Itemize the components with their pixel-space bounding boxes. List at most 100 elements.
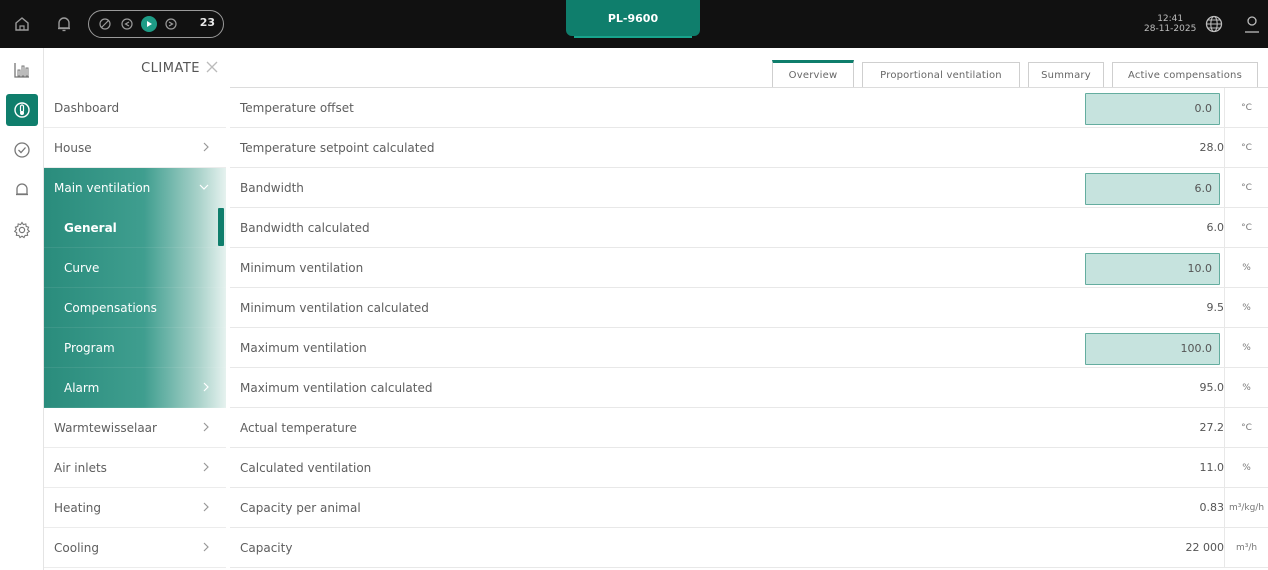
status-count: 23: [199, 16, 215, 29]
row-label: Actual temperature: [240, 421, 357, 435]
chevron-right-icon: [202, 421, 210, 436]
active-item-marker: [218, 208, 224, 246]
bell-icon[interactable]: [52, 12, 76, 36]
row-label: Maximum ventilation: [240, 341, 367, 355]
table-row: Temperature setpoint calculated 28.0 °C: [230, 128, 1268, 168]
sidebar-item-cooling[interactable]: Cooling: [44, 528, 226, 568]
sidebar-item-warmtewisselaar[interactable]: Warmtewisselaar: [44, 408, 226, 448]
home-icon[interactable]: [10, 12, 34, 36]
play-icon: [141, 16, 157, 32]
row-unit: %: [1224, 328, 1268, 368]
table-row: Capacity 22 000 m³/h: [230, 528, 1268, 568]
row-unit: °C: [1224, 408, 1268, 448]
tab-bar: Overview Proportional ventilation Summar…: [0, 60, 1268, 88]
sidebar-item-label: Alarm: [64, 380, 100, 395]
sidebar-item-program[interactable]: Program: [44, 328, 226, 368]
sidebar-item-general[interactable]: General: [44, 208, 226, 248]
sidebar-item-house[interactable]: House: [44, 128, 226, 168]
row-unit: %: [1224, 368, 1268, 408]
status-indicator[interactable]: 23: [88, 10, 224, 38]
sidebar-item-dashboard[interactable]: Dashboard: [44, 88, 226, 128]
row-label: Calculated ventilation: [240, 461, 372, 475]
row-label: Maximum ventilation calculated: [240, 381, 433, 395]
temperature-offset-input[interactable]: 0.0: [1085, 93, 1220, 125]
sidebar-item-label: Main ventilation: [54, 181, 151, 195]
disabled-icon: [97, 16, 113, 32]
row-label: Minimum ventilation: [240, 261, 364, 275]
sidebar: CLIMATE Dashboard House Main ventilation…: [44, 48, 226, 570]
chevron-right-icon: [202, 541, 210, 556]
climate-icon[interactable]: [6, 94, 38, 126]
row-value: 0.83: [1199, 501, 1225, 514]
forward-icon: [163, 16, 179, 32]
row-label: Bandwidth calculated: [240, 221, 370, 235]
sidebar-item-label: Heating: [54, 500, 102, 515]
sidebar-item-label: Dashboard: [54, 100, 120, 115]
row-value: 22 000: [1185, 541, 1225, 554]
table-row: Calculated ventilation 11.0 %: [230, 448, 1268, 488]
row-value: 95.0: [1199, 381, 1225, 394]
table-row: Capacity per animal 0.83 m³/kg/h: [230, 488, 1268, 528]
maximum-ventilation-input[interactable]: 100.0: [1085, 333, 1220, 365]
tab-active-compensations[interactable]: Active compensations: [1112, 62, 1258, 88]
row-unit: °C: [1224, 168, 1268, 208]
sidebar-item-label: General: [64, 220, 117, 235]
input-value: 0.0: [1194, 102, 1213, 115]
top-bar: 23 PL-9600 12:41 28-11-2025: [0, 0, 1268, 48]
date-text: 28-11-2025: [1144, 24, 1197, 34]
table-row: Temperature offset 0.0 °C: [230, 88, 1268, 128]
table-row: Minimum ventilation 10.0 %: [230, 248, 1268, 288]
row-value: 9.5: [1206, 301, 1225, 314]
row-label: Minimum ventilation calculated: [240, 301, 429, 315]
sidebar-item-curve[interactable]: Curve: [44, 248, 226, 288]
input-value: 6.0: [1194, 182, 1213, 195]
alarm-bell-icon[interactable]: [6, 174, 38, 206]
table-row: Maximum ventilation 100.0 %: [230, 328, 1268, 368]
table-row: Bandwidth calculated 6.0 °C: [230, 208, 1268, 248]
row-label: Capacity per animal: [240, 501, 361, 515]
sidebar-item-heating[interactable]: Heating: [44, 488, 226, 528]
table-row: Maximum ventilation calculated 95.0 %: [230, 368, 1268, 408]
clock-icon[interactable]: [6, 134, 38, 166]
sidebar-item-main-ventilation[interactable]: Main ventilation: [44, 168, 226, 208]
clock: 12:41 28-11-2025: [1144, 14, 1196, 34]
row-value: 27.2: [1199, 421, 1225, 434]
row-unit: °C: [1224, 128, 1268, 168]
bandwidth-input[interactable]: 6.0: [1085, 173, 1220, 205]
input-value: 100.0: [1180, 342, 1213, 355]
tab-proportional-ventilation[interactable]: Proportional ventilation: [862, 62, 1020, 88]
settings-gear-icon[interactable]: [6, 214, 38, 246]
chevron-down-icon: [198, 181, 210, 195]
table-row: Actual temperature 27.2 °C: [230, 408, 1268, 448]
minimum-ventilation-input[interactable]: 10.0: [1085, 253, 1220, 285]
device-title: PL-9600: [566, 0, 700, 38]
row-value: 28.0: [1199, 141, 1225, 154]
tab-overview[interactable]: Overview: [772, 60, 854, 88]
sidebar-item-compensations[interactable]: Compensations: [44, 288, 226, 328]
sidebar-item-air-inlets[interactable]: Air inlets: [44, 448, 226, 488]
chevron-right-icon: [202, 381, 210, 396]
tab-summary[interactable]: Summary: [1028, 62, 1104, 88]
row-label: Temperature setpoint calculated: [240, 141, 435, 155]
row-unit: %: [1224, 288, 1268, 328]
user-icon[interactable]: [1240, 12, 1264, 36]
table-row: Minimum ventilation calculated 9.5 %: [230, 288, 1268, 328]
row-unit: °C: [1224, 208, 1268, 248]
row-unit: %: [1224, 248, 1268, 288]
tab-label: Proportional ventilation: [880, 70, 1002, 81]
row-value: 6.0: [1206, 221, 1225, 234]
sidebar-item-label: Air inlets: [54, 460, 107, 475]
globe-icon[interactable]: [1202, 12, 1226, 36]
row-label: Bandwidth: [240, 181, 304, 195]
chevron-right-icon: [202, 141, 210, 156]
sidebar-item-label: Compensations: [64, 300, 157, 315]
sidebar-item-alarm[interactable]: Alarm: [44, 368, 226, 408]
sidebar-item-label: House: [54, 140, 92, 155]
table-row: Bandwidth 6.0 °C: [230, 168, 1268, 208]
tab-label: Overview: [788, 70, 838, 81]
row-label: Temperature offset: [240, 101, 354, 115]
row-unit: °C: [1224, 88, 1268, 128]
rewind-icon: [119, 16, 135, 32]
row-unit: m³/h: [1224, 528, 1268, 568]
chevron-right-icon: [202, 501, 210, 516]
